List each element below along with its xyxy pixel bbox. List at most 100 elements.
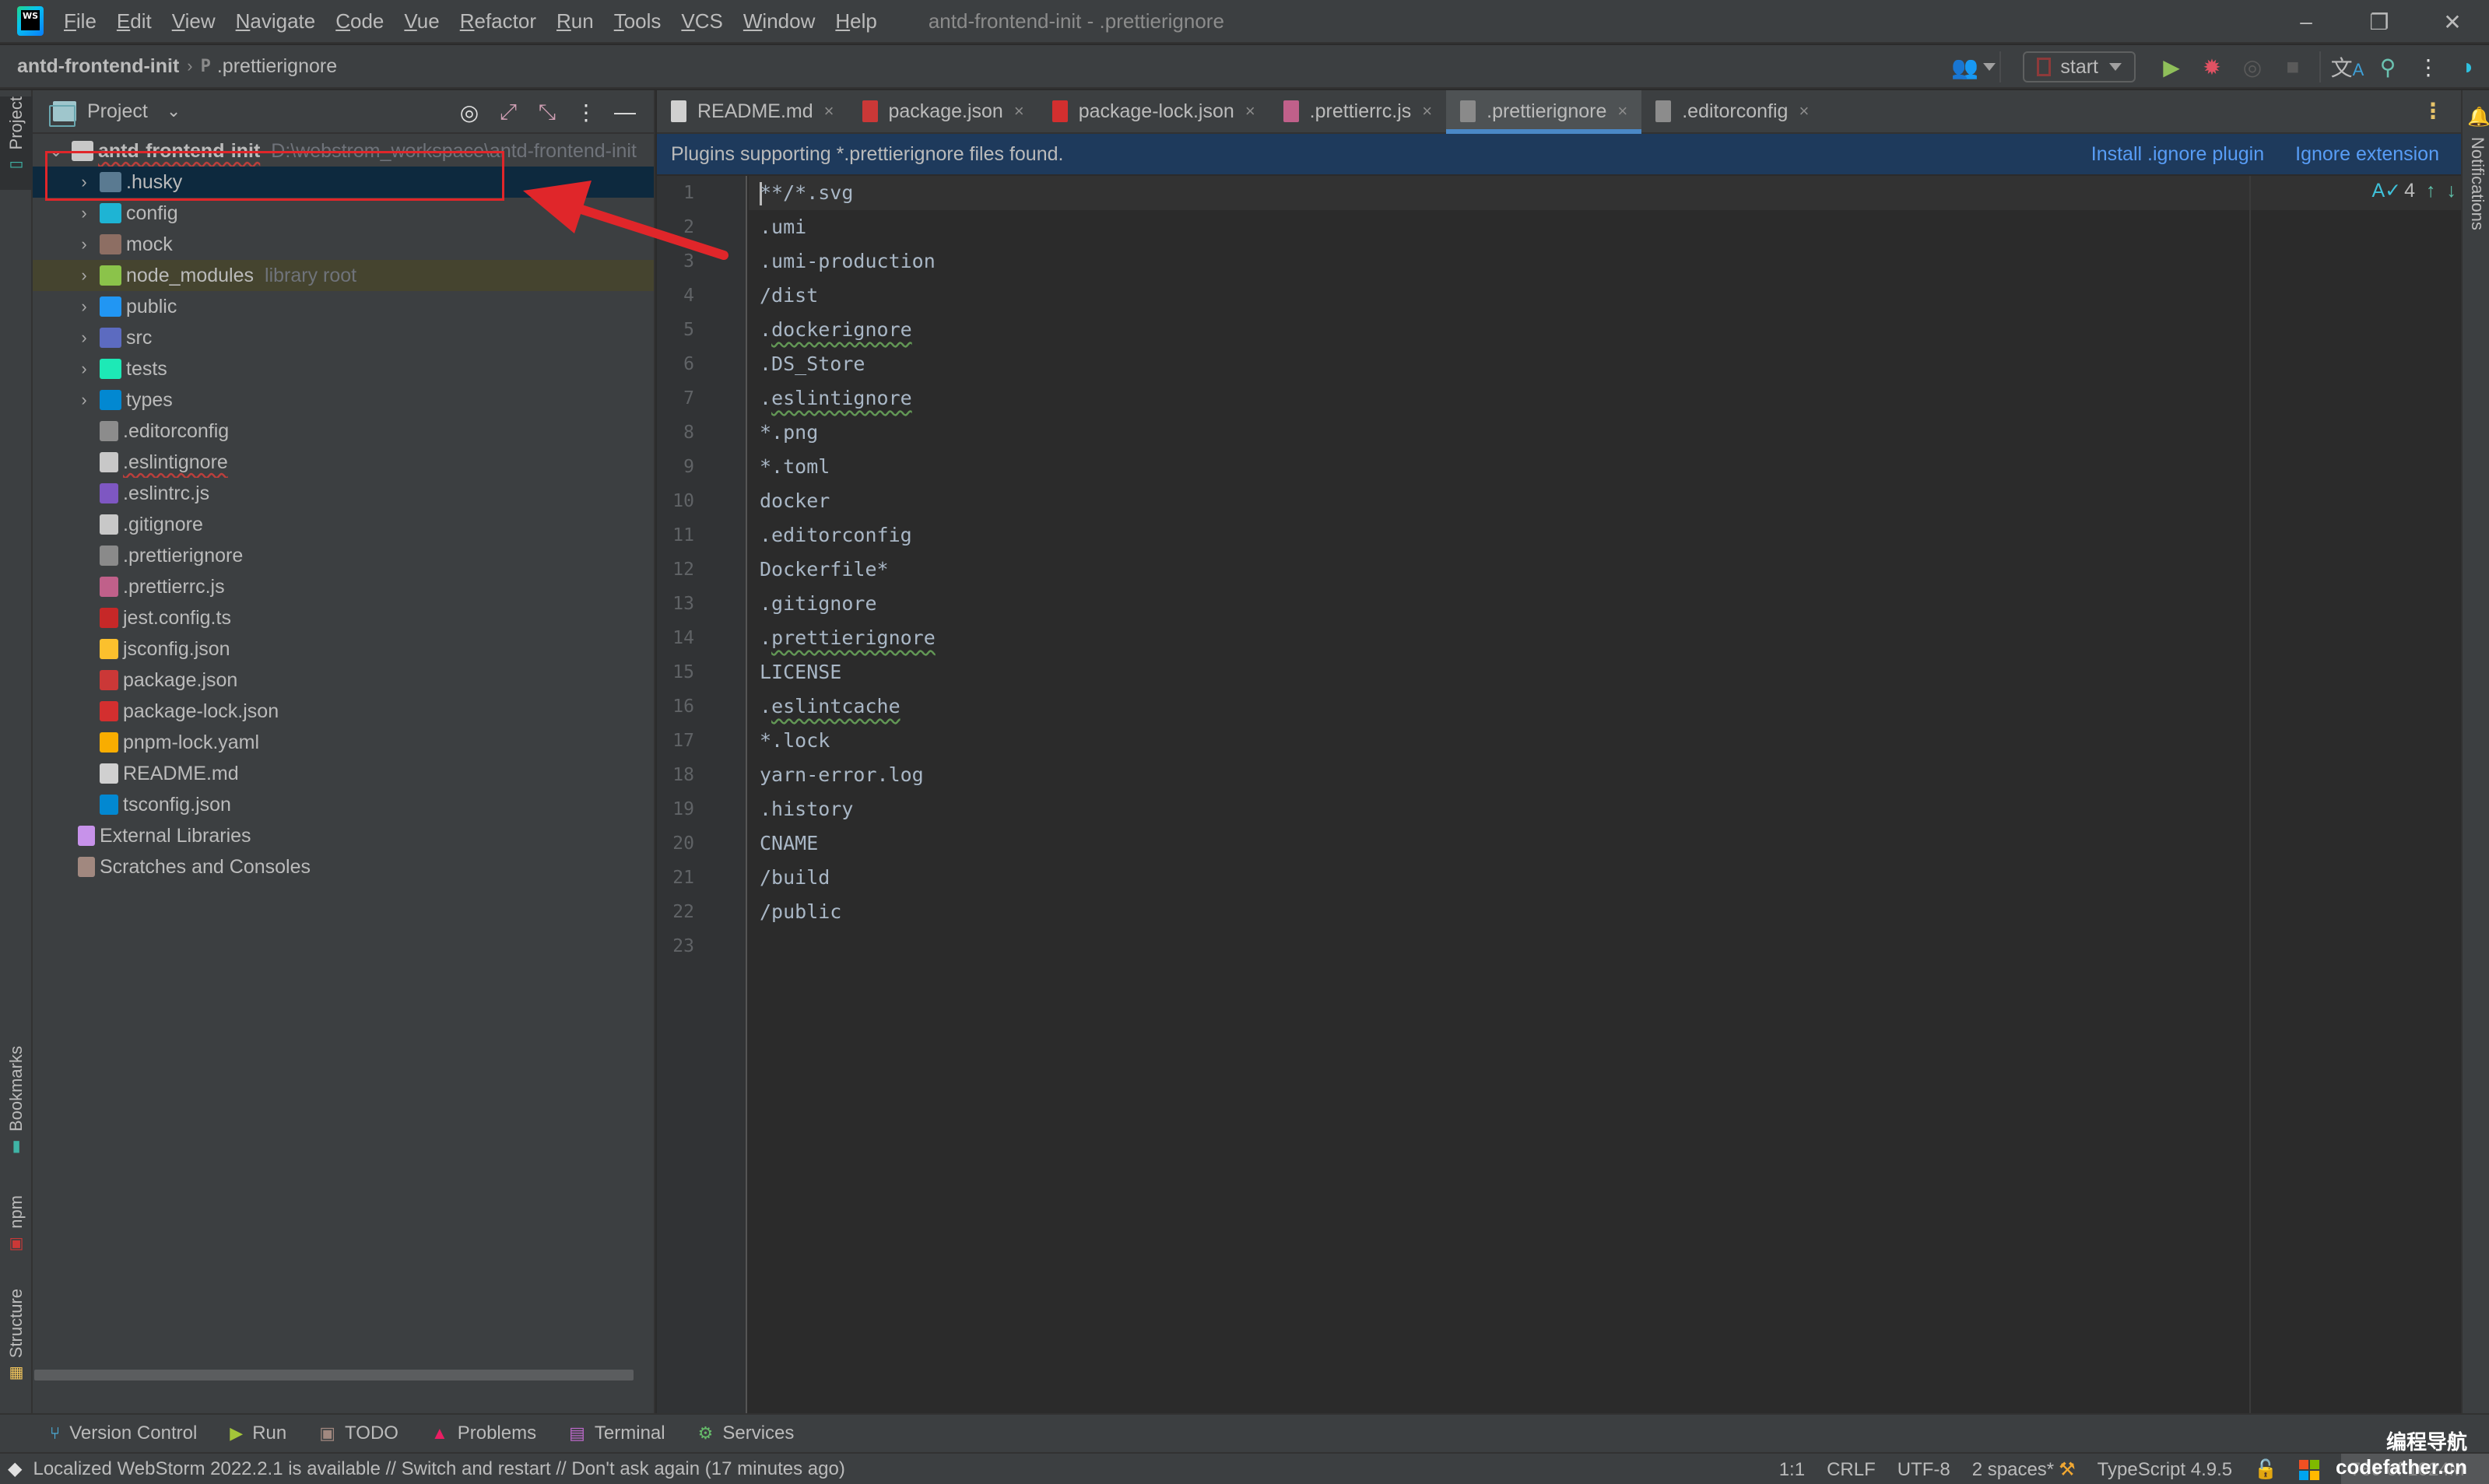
code-line[interactable]: .editorconfig <box>749 518 2461 553</box>
code-lines[interactable]: **/*.svg .umi .umi-production/dist .dockeri… <box>749 176 2461 963</box>
code-line[interactable]: .prettierignore <box>749 621 2461 655</box>
tool-window-problems[interactable]: ▲ Problems <box>431 1423 536 1444</box>
arrow-up-icon[interactable]: ↑ <box>2426 180 2436 202</box>
menu-run[interactable]: Run <box>556 9 594 33</box>
status-message[interactable]: Localized WebStorm 2022.2.1 is available… <box>33 1458 844 1480</box>
menu-vue[interactable]: Vue <box>404 9 439 33</box>
tree-file[interactable]: package.json <box>33 665 654 696</box>
chevron-right-icon[interactable]: › <box>76 203 92 223</box>
run-button[interactable]: ▶ <box>2151 45 2192 89</box>
tool-tab-notifications[interactable]: Notifications <box>2467 137 2487 230</box>
line-number-gutter[interactable]: 1 2 3 4 5 6 7 8 9 10 11 12 13 14 15 16 17 18 19 20 21 22 23 <box>657 176 747 1413</box>
tree-folder-public[interactable]: › public <box>33 291 654 322</box>
code-line[interactable]: *.png <box>749 416 2461 450</box>
caret-position[interactable]: 1:1 <box>1779 1459 1805 1481</box>
breadcrumb-project[interactable]: antd-frontend-init <box>17 55 179 78</box>
stop-button[interactable]: ■ <box>2273 45 2313 89</box>
more-vertical-icon[interactable]: ⋮ <box>2422 98 2444 124</box>
tree-file[interactable]: jsconfig.json <box>33 633 654 665</box>
code-line[interactable]: *.lock <box>749 724 2461 758</box>
menu-vcs[interactable]: VCS <box>681 9 722 33</box>
language-service[interactable]: TypeScript 4.9.5 <box>2098 1459 2232 1481</box>
tree-file[interactable]: .gitignore <box>33 509 654 540</box>
tab-prettierignore[interactable]: .prettierignore × <box>1446 90 1642 134</box>
chevron-right-icon[interactable]: › <box>76 296 92 317</box>
bell-icon[interactable]: 🔔 <box>2467 106 2489 128</box>
chevron-right-icon[interactable]: › <box>76 328 92 348</box>
menu-navigate[interactable]: Navigate <box>236 9 316 33</box>
tool-window-terminal[interactable]: ▤ Terminal <box>569 1423 665 1444</box>
menu-code[interactable]: Code <box>335 9 384 33</box>
expand-all-icon[interactable]: ⤢ <box>489 100 528 125</box>
code-line[interactable]: yarn-error.log <box>749 758 2461 792</box>
code-line[interactable]: /public <box>749 895 2461 929</box>
tree-file[interactable]: pnpm-lock.yaml <box>33 727 654 758</box>
code-line[interactable]: /build <box>749 861 2461 895</box>
unlock-icon[interactable]: 🔓 <box>2254 1458 2277 1481</box>
code-line[interactable]: /dist <box>749 279 2461 313</box>
code-editor[interactable]: 1 2 3 4 5 6 7 8 9 10 11 12 13 14 15 16 17 18 19 20 21 22 23 **… <box>657 176 2461 1413</box>
code-line[interactable]: docker <box>749 484 2461 518</box>
tree-file[interactable]: tsconfig.json <box>33 789 654 820</box>
tool-window-version-control[interactable]: ⑂ Version Control <box>50 1423 197 1444</box>
toolbox-button[interactable]: ◗ <box>2449 45 2489 89</box>
code-line[interactable]: .history <box>749 792 2461 826</box>
chevron-right-icon[interactable]: › <box>76 265 92 286</box>
install-plugin-link[interactable]: Install .ignore plugin <box>2091 143 2264 166</box>
menu-window[interactable]: Window <box>743 9 815 33</box>
code-with-me-button[interactable]: 👥 <box>1951 45 1996 89</box>
more-vertical-icon[interactable]: ⋮ <box>567 100 606 125</box>
close-tab-icon[interactable]: × <box>1422 101 1432 121</box>
tree-file[interactable]: .prettierrc.js <box>33 571 654 602</box>
tree-file[interactable]: jest.config.ts <box>33 602 654 633</box>
code-line[interactable]: .eslintcache <box>749 689 2461 724</box>
code-line[interactable]: **/*.svg <box>749 176 2461 210</box>
tree-folder-tests[interactable]: › tests <box>33 353 654 384</box>
debug-button[interactable]: ✹ <box>2192 45 2232 89</box>
indent-setting[interactable]: 2 spaces* <box>1972 1459 2054 1481</box>
tab-README-md[interactable]: README.md × <box>657 90 848 132</box>
restore-button[interactable]: ❐ <box>2343 0 2416 44</box>
code-line[interactable] <box>749 929 2461 963</box>
tree-file[interactable]: .prettierignore <box>33 540 654 571</box>
tool-window-todo[interactable]: ▣ TODO <box>319 1423 398 1444</box>
webstorm-logo-icon[interactable]: WS <box>17 6 44 36</box>
code-line[interactable]: .umi-production <box>749 244 2461 279</box>
menu-tools[interactable]: Tools <box>614 9 662 33</box>
tree-folder-types[interactable]: › types <box>33 384 654 416</box>
code-line[interactable]: LICENSE <box>749 655 2461 689</box>
menu-view[interactable]: View <box>172 9 216 33</box>
tree-external-libraries[interactable]: External Libraries <box>33 820 654 851</box>
code-line[interactable]: .eslintignore <box>749 381 2461 416</box>
tree-file[interactable]: .eslintrc.js <box>33 478 654 509</box>
menu-refactor[interactable]: Refactor <box>460 9 536 33</box>
inspection-widget[interactable]: A✓ 4 ↑ ↓ <box>2361 179 2456 202</box>
more-actions-button[interactable]: ⋮ <box>2408 45 2449 89</box>
tree-scratches-and-consoles[interactable]: Scratches and Consoles <box>33 851 654 882</box>
code-line[interactable]: *.toml <box>749 450 2461 484</box>
tool-tab-project[interactable]: Project ▭ <box>0 96 33 190</box>
run-with-coverage-button[interactable]: ◎ <box>2232 45 2273 89</box>
tool-tab-npm[interactable]: npm ▣ <box>0 1195 33 1273</box>
horizontal-scrollbar[interactable] <box>34 1370 634 1381</box>
run-config-selector[interactable]: start <box>2023 51 2136 82</box>
line-separator[interactable]: CRLF <box>1827 1459 1876 1481</box>
chevron-down-icon[interactable]: ⌄ <box>167 101 181 121</box>
tool-tab-bookmarks[interactable]: Bookmarks ▮ <box>0 1046 33 1178</box>
menu-file[interactable]: File <box>64 9 97 33</box>
code-line[interactable]: .gitignore <box>749 587 2461 621</box>
minimize-button[interactable]: – <box>2270 0 2343 44</box>
tab-package-lock-json[interactable]: package-lock.json × <box>1038 90 1269 132</box>
arrow-down-icon[interactable]: ↓ <box>2447 180 2457 202</box>
translate-button[interactable]: 文A <box>2327 45 2368 89</box>
select-opened-file-icon[interactable]: ◎ <box>450 100 489 125</box>
tree-folder-mock[interactable]: › mock <box>33 229 654 260</box>
close-tab-icon[interactable]: × <box>1014 101 1024 121</box>
tool-window-run[interactable]: ▶ Run <box>230 1423 286 1444</box>
code-line[interactable]: Dockerfile* <box>749 553 2461 587</box>
hide-panel-icon[interactable]: — <box>606 100 644 125</box>
tree-file[interactable]: package-lock.json <box>33 696 654 727</box>
code-line[interactable]: .DS_Store <box>749 347 2461 381</box>
tree-folder-src[interactable]: › src <box>33 322 654 353</box>
tree-file[interactable]: .editorconfig <box>33 416 654 447</box>
